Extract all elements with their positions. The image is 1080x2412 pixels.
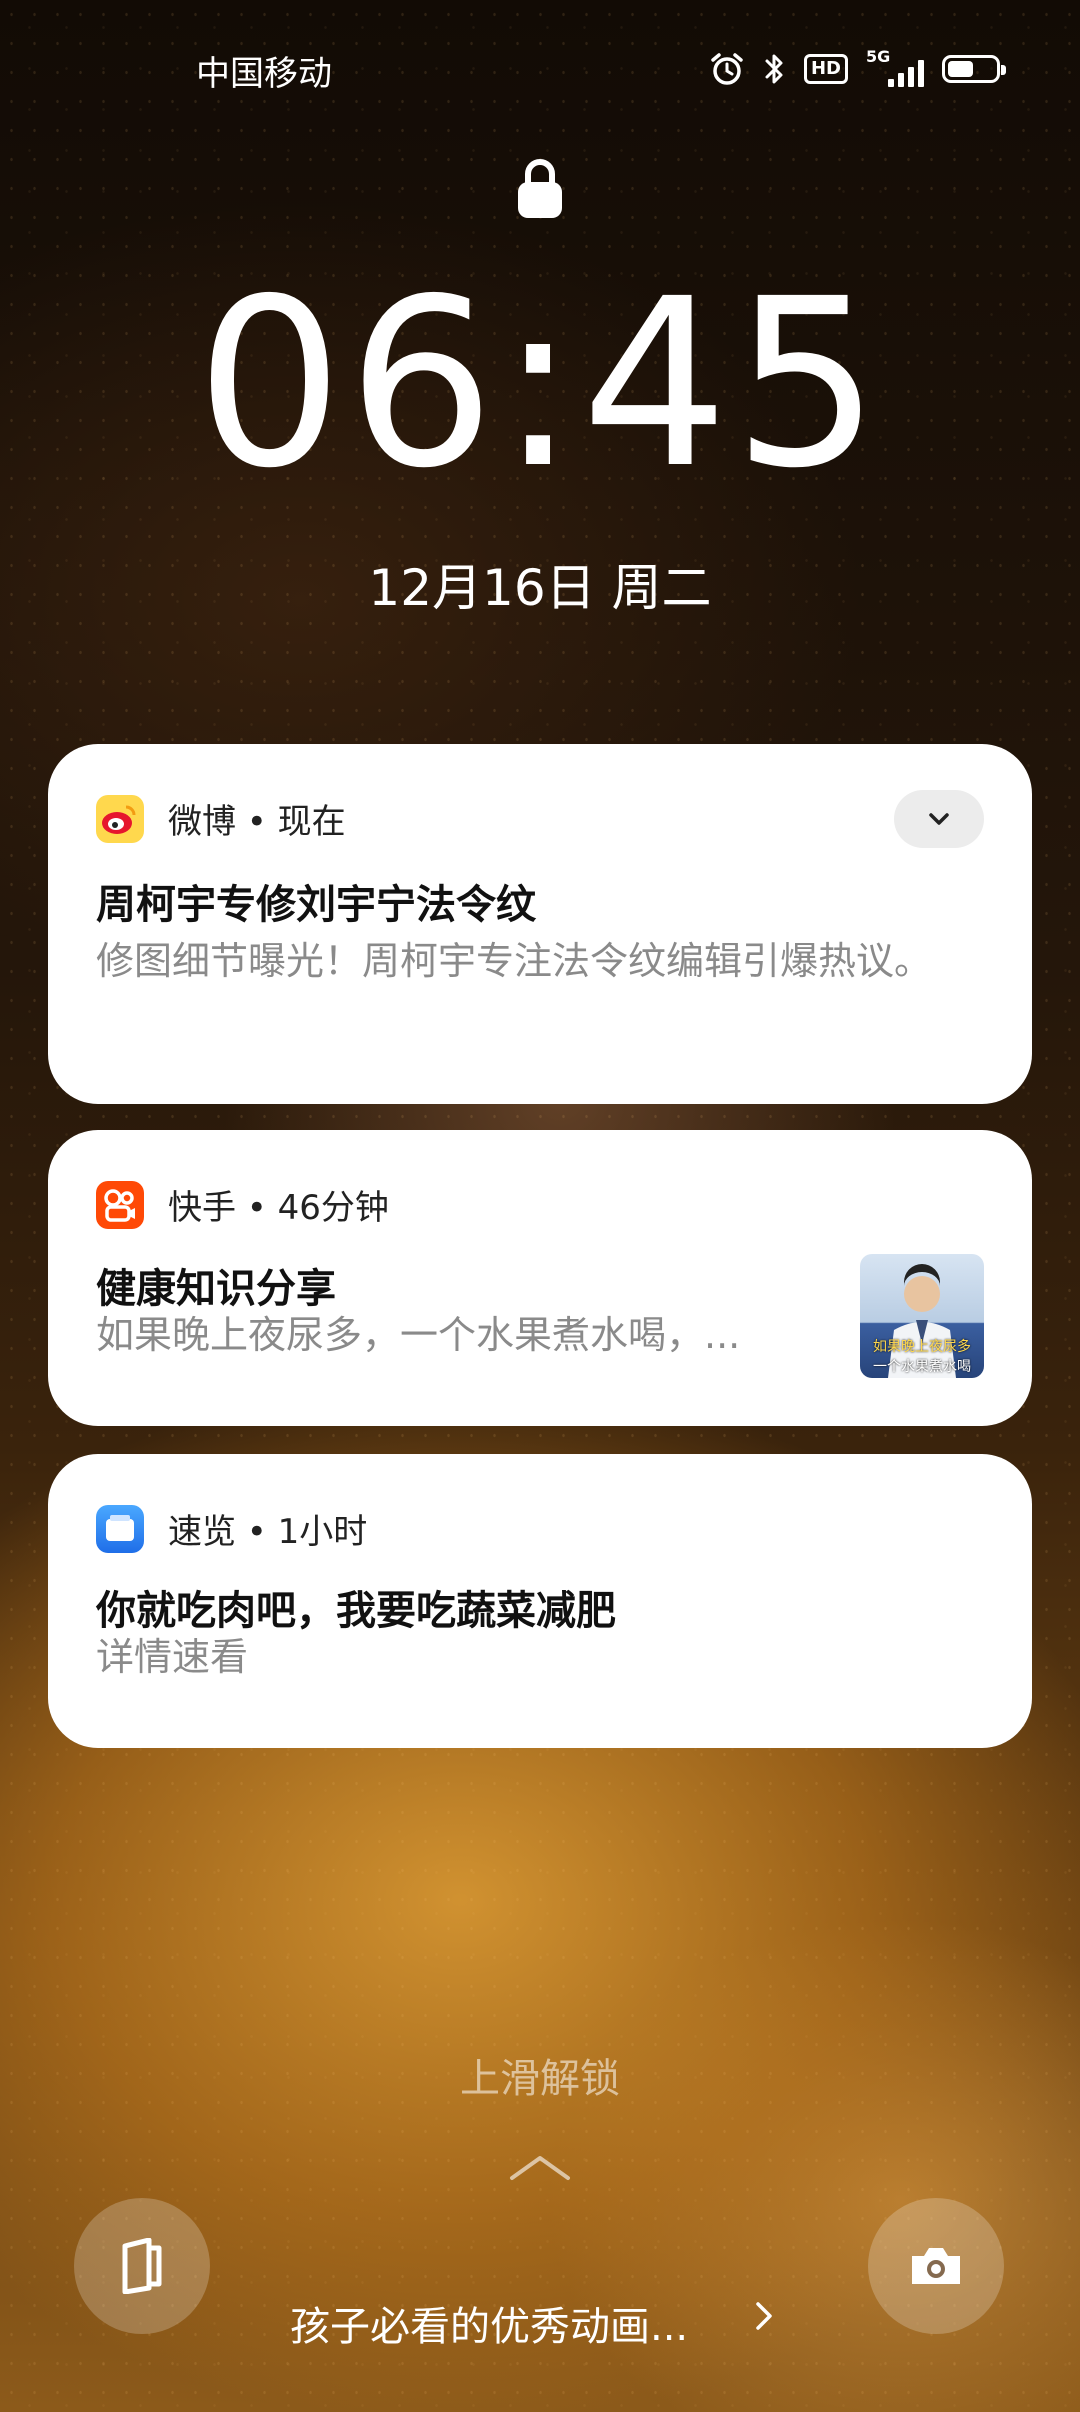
chevron-down-icon <box>929 813 949 825</box>
chevron-up-icon <box>510 2156 570 2180</box>
notification-app-meta: 速览 • 1小时 <box>168 1512 368 1552</box>
notification-thumbnail: 如果晚上夜尿多 一个水果煮水喝 <box>860 1254 984 1378</box>
battery-level <box>948 61 974 77</box>
sulan-icon <box>96 1504 144 1553</box>
notification-card-sulan[interactable]: 速览 • 1小时 你就吃肉吧，我要吃蔬菜减肥 详情速看 <box>48 1454 1032 1748</box>
camera-icon <box>912 2248 960 2284</box>
bluetooth-icon <box>765 54 783 84</box>
notification-card-weibo[interactable]: 微博 • 现在 周柯宇专修刘宇宁法令纹 修图细节曝光！周柯宇专注法令纹编辑引爆热… <box>48 744 1032 1104</box>
notification-app-meta: 快手 • 46分钟 <box>168 1188 389 1228</box>
status-bar: 中国移动 HD 5G <box>0 0 1080 140</box>
wallet-icon <box>122 2238 162 2294</box>
padlock-icon <box>518 159 562 218</box>
signal-5g-icon: 5G <box>866 47 924 87</box>
swipe-unlock-hint: 上滑解锁 <box>460 2056 620 2102</box>
carrier-name: 中国移动 <box>196 54 332 94</box>
camera-shortcut-button[interactable] <box>868 2198 1004 2334</box>
notification-title: 周柯宇专修刘宇宁法令纹 <box>96 882 536 928</box>
alarm-icon <box>711 53 743 85</box>
lockscreen-clock: 06:45 <box>195 249 885 519</box>
hd-icon: HD <box>803 54 848 84</box>
thumbnail-caption-top: 如果晚上夜尿多 <box>873 1339 971 1355</box>
status-icons: HD 5G <box>710 46 1006 92</box>
kuaishou-icon <box>96 1180 144 1229</box>
battery-icon <box>942 55 1006 83</box>
notification-body: 详情速看 <box>96 1635 249 1679</box>
expand-notification-button[interactable] <box>894 790 984 848</box>
notification-body: 如果晚上夜尿多，一个水果煮水喝，... <box>96 1313 741 1357</box>
thumbnail-caption-bottom: 一个水果煮水喝 <box>873 1359 971 1375</box>
notification-body: 修图细节曝光！周柯宇专注法令纹编辑引爆热议。 <box>96 939 933 983</box>
chevron-right-icon[interactable] <box>752 2296 776 2336</box>
notification-app-meta: 微博 • 现在 <box>168 802 346 842</box>
wallet-shortcut-button[interactable] <box>74 2198 210 2334</box>
weibo-icon <box>96 794 144 843</box>
notification-card-kuaishou[interactable]: 快手 • 46分钟 健康知识分享 如果晚上夜尿多，一个水果煮水喝，... 如果晚… <box>48 1130 1032 1426</box>
music-now-playing[interactable]: 孩子必看的优秀动画... <box>290 2294 688 2352</box>
network-type-label: 5G <box>866 47 891 66</box>
lockscreen-date: 12月16日 周二 <box>368 559 712 617</box>
